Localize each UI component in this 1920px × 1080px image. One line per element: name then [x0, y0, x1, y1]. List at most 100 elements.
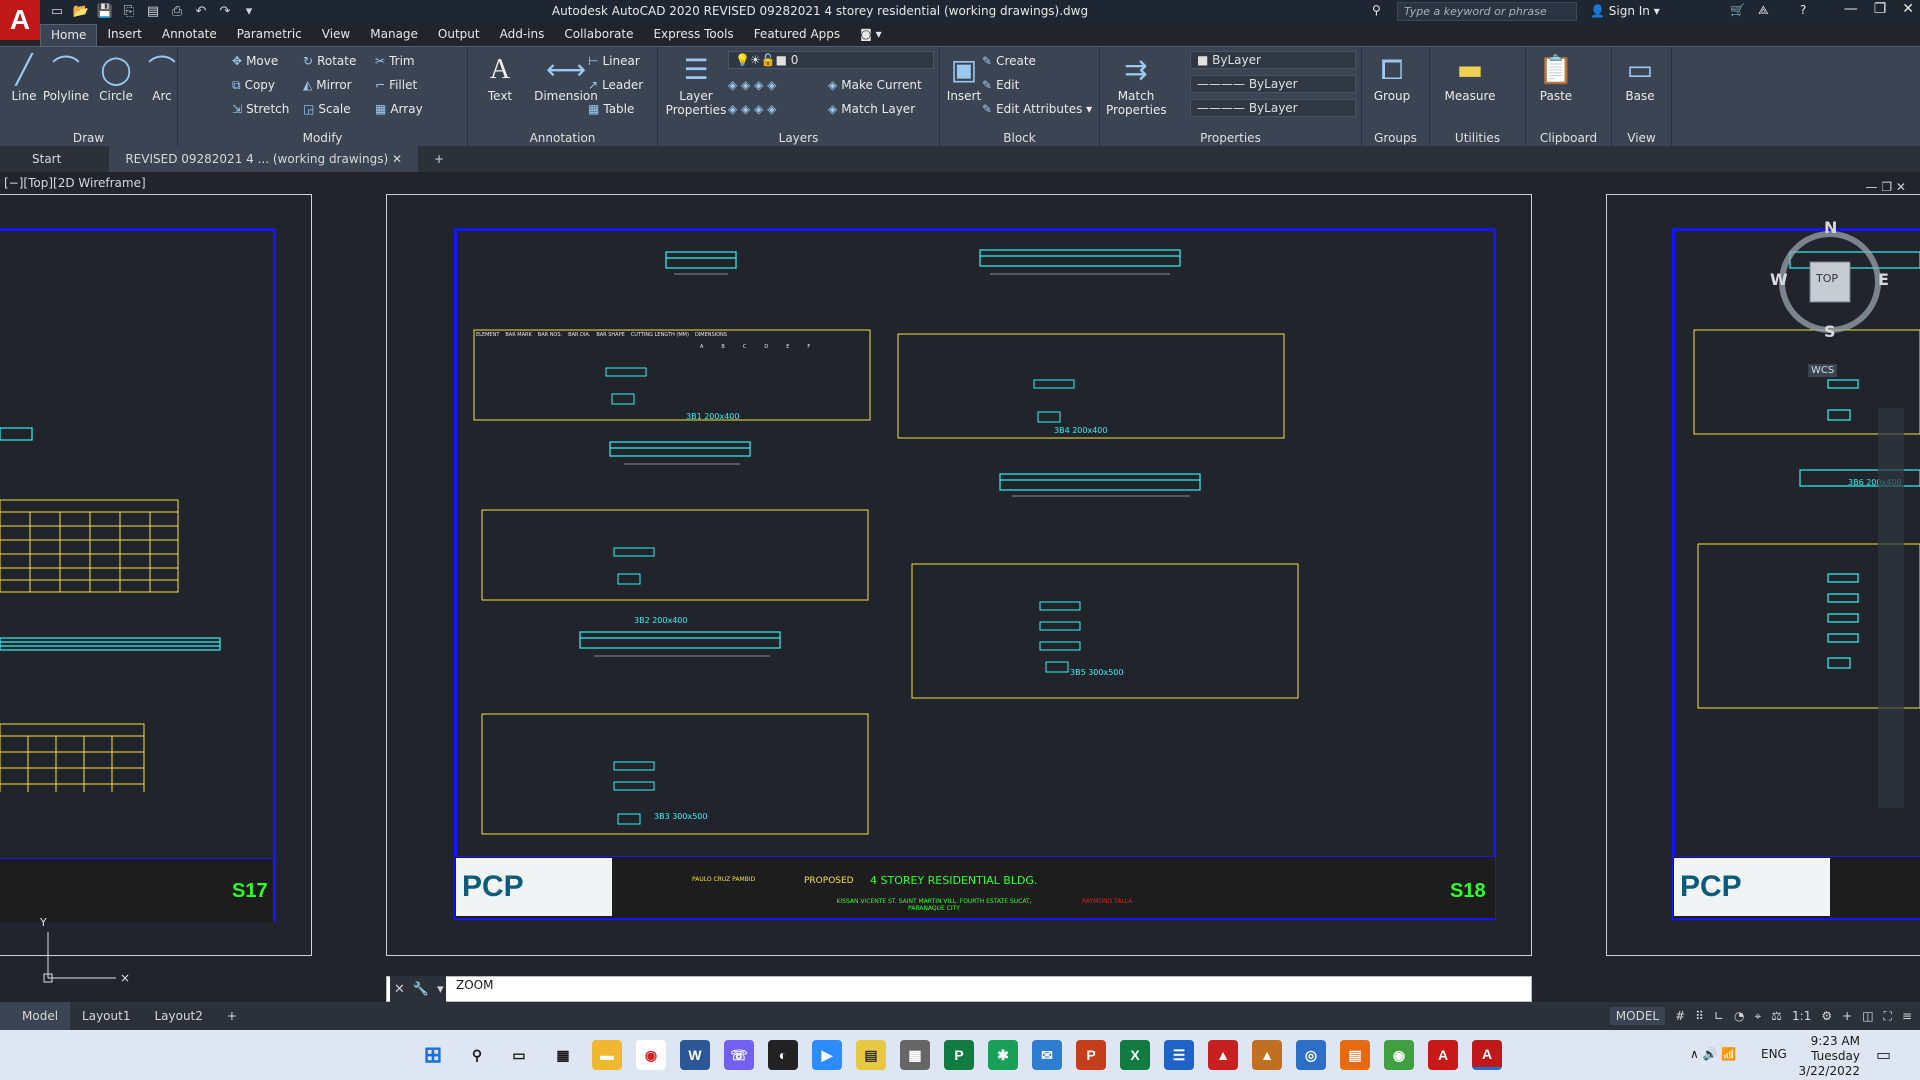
annotation-panel-title[interactable]: Annotation: [468, 131, 657, 145]
wcs-menu[interactable]: WCS: [1808, 364, 1838, 377]
mirror-button[interactable]: ◭ Mirror: [303, 75, 352, 95]
table-button[interactable]: ▦ Table: [588, 99, 634, 119]
tab-express-tools[interactable]: Express Tools: [643, 24, 743, 46]
binoculars-icon[interactable]: ⚲: [1372, 3, 1381, 17]
copy-button[interactable]: ⧉ Copy: [232, 75, 275, 95]
tab-featured-apps[interactable]: Featured Apps: [744, 24, 850, 46]
polyline-button[interactable]: ⌒ Polyline: [42, 51, 90, 103]
line-button[interactable]: ╱ Line: [0, 51, 48, 103]
layout1-tab[interactable]: Layout1: [70, 1002, 142, 1030]
close-tab-icon[interactable]: ✕: [392, 152, 402, 166]
navigation-bar[interactable]: [1878, 408, 1904, 808]
app-icon-blue[interactable]: ◎: [1296, 1040, 1326, 1070]
viewport-controls[interactable]: [−][Top][2D Wireframe]: [4, 176, 146, 190]
properties-panel-title[interactable]: Properties: [1100, 131, 1361, 145]
clipboard-panel-title[interactable]: Clipboard: [1526, 131, 1611, 145]
grid-icon[interactable]: #: [1675, 1009, 1685, 1023]
tab-parametric[interactable]: Parametric: [227, 24, 312, 46]
acrobat-icon[interactable]: A: [1428, 1040, 1458, 1070]
tray-icons[interactable]: ∧ 🔊 📶: [1690, 1047, 1736, 1061]
tab-home[interactable]: Home: [40, 24, 98, 46]
powerpoint-icon[interactable]: P: [1076, 1040, 1106, 1070]
autocad-logo-icon[interactable]: A: [0, 0, 40, 40]
fillet-button[interactable]: ⌐ Fillet: [375, 75, 417, 95]
calculator-icon[interactable]: ▦: [900, 1040, 930, 1070]
sign-in-button[interactable]: 👤 Sign In ▾: [1590, 4, 1660, 18]
drawing-viewport[interactable]: [−][Top][2D Wireframe] — ❐ ✕ S17 3B1 200…: [0, 172, 1920, 1000]
tab-annotate[interactable]: Annotate: [152, 24, 227, 46]
notes-icon[interactable]: ☰: [1164, 1040, 1194, 1070]
task-view-icon[interactable]: ▭: [504, 1040, 534, 1070]
model-tab[interactable]: Model: [0, 1002, 71, 1030]
leader-button[interactable]: ↗ Leader: [588, 75, 643, 95]
linetype-dropdown[interactable]: ———— ByLayer: [1190, 75, 1356, 93]
fullscreen-icon[interactable]: ⛶: [1884, 1009, 1892, 1024]
sticky-notes-icon[interactable]: ▤: [856, 1040, 886, 1070]
clock[interactable]: 9:23 AM Tuesday 3/22/2022: [1798, 1034, 1860, 1079]
layer-tools-icons-row1[interactable]: ◈ ◈ ◈ ◈: [728, 75, 776, 95]
layer-dropdown[interactable]: 💡☀🔓■ 0: [728, 51, 934, 69]
snap-icon[interactable]: ⠿: [1695, 1009, 1704, 1023]
viewcube-top-face[interactable]: TOP: [1816, 272, 1838, 285]
drawing-tab[interactable]: REVISED 09282021 4 ... (working drawings…: [109, 146, 419, 172]
move-button[interactable]: ✥ Move: [232, 51, 278, 71]
trim-button[interactable]: ✂ Trim: [375, 51, 415, 71]
project-icon[interactable]: P: [944, 1040, 974, 1070]
linear-button[interactable]: ⊢ Linear: [588, 51, 640, 71]
command-line[interactable]: [386, 976, 1532, 1002]
autodesk-a360-icon[interactable]: ⟁: [1758, 3, 1769, 18]
group-button[interactable]: ⧠ Group: [1368, 51, 1416, 103]
viewport-window-controls[interactable]: — ❐ ✕: [1866, 180, 1906, 194]
compass-north[interactable]: N: [1824, 218, 1837, 237]
base-button[interactable]: ▭ Base: [1616, 51, 1664, 103]
customize-statusbar-icon[interactable]: ≡: [1902, 1009, 1912, 1023]
tab-manage[interactable]: Manage: [360, 24, 428, 46]
color-dropdown[interactable]: ■ ByLayer: [1190, 51, 1356, 69]
close-icon[interactable]: ✕: [1902, 1, 1914, 17]
polar-icon[interactable]: ◔: [1734, 1009, 1744, 1023]
outlook-icon[interactable]: ✉: [1032, 1040, 1062, 1070]
new-tab-icon[interactable]: +: [418, 146, 460, 172]
excel-icon[interactable]: X: [1120, 1040, 1150, 1070]
lineweight-dropdown[interactable]: ———— ByLayer: [1190, 99, 1356, 117]
file-explorer-icon[interactable]: ▬: [592, 1040, 622, 1070]
block-panel-title[interactable]: Block: [940, 131, 1099, 145]
widgets-icon[interactable]: ▦: [548, 1040, 578, 1070]
scale-button[interactable]: ◲ Scale: [303, 99, 351, 119]
word-icon[interactable]: W: [680, 1040, 710, 1070]
compass-south[interactable]: S: [1824, 322, 1836, 341]
workspace-icon[interactable]: ⚙: [1821, 1009, 1832, 1023]
annotation-scale-value[interactable]: 1:1: [1792, 1009, 1811, 1023]
app-icon-green[interactable]: ✱: [988, 1040, 1018, 1070]
model-space-button[interactable]: MODEL: [1609, 1007, 1666, 1025]
tab-collaborate[interactable]: Collaborate: [554, 24, 643, 46]
new-layout-icon[interactable]: +: [215, 1002, 249, 1030]
tab-insert[interactable]: Insert: [97, 24, 151, 46]
minimize-icon[interactable]: —: [1844, 1, 1858, 17]
isolate-icon[interactable]: ◫: [1862, 1009, 1873, 1023]
utilities-panel-title[interactable]: Utilities: [1430, 131, 1525, 145]
ortho-icon[interactable]: ∟: [1714, 1009, 1724, 1023]
autocad-taskbar-icon[interactable]: A: [1472, 1040, 1502, 1070]
tab-add-ins[interactable]: Add-ins: [490, 24, 555, 46]
app-icon-orange[interactable]: ▤: [1340, 1040, 1370, 1070]
search-input[interactable]: Type a keyword or phrase: [1397, 2, 1577, 21]
groups-panel-title[interactable]: Groups: [1362, 131, 1429, 145]
compass-east[interactable]: E: [1878, 270, 1889, 289]
match-properties-button[interactable]: ⇉ Match Properties: [1106, 51, 1167, 117]
array-button[interactable]: ▦ Array: [375, 99, 423, 119]
create-block-button[interactable]: ✎ Create: [982, 51, 1036, 71]
layers-panel-title[interactable]: Layers: [658, 131, 939, 145]
notifications-icon[interactable]: ▭: [1876, 1045, 1891, 1064]
add-icon[interactable]: +: [1842, 1009, 1852, 1023]
viber-icon[interactable]: ☏: [724, 1040, 754, 1070]
stretch-button[interactable]: ⇲ Stretch: [232, 99, 289, 119]
layout2-tab[interactable]: Layout2: [142, 1002, 214, 1030]
modify-panel-title[interactable]: Modify: [178, 131, 467, 145]
obs-icon[interactable]: ◐: [768, 1040, 798, 1070]
viewcube[interactable]: N W E S TOP WCS: [1766, 218, 1894, 377]
close-command-icon[interactable]: ✕: [394, 982, 405, 997]
view-panel-title[interactable]: View: [1612, 131, 1671, 145]
match-layer-button[interactable]: ◈ Match Layer: [828, 99, 915, 119]
paste-button[interactable]: 📋 Paste: [1532, 51, 1580, 103]
